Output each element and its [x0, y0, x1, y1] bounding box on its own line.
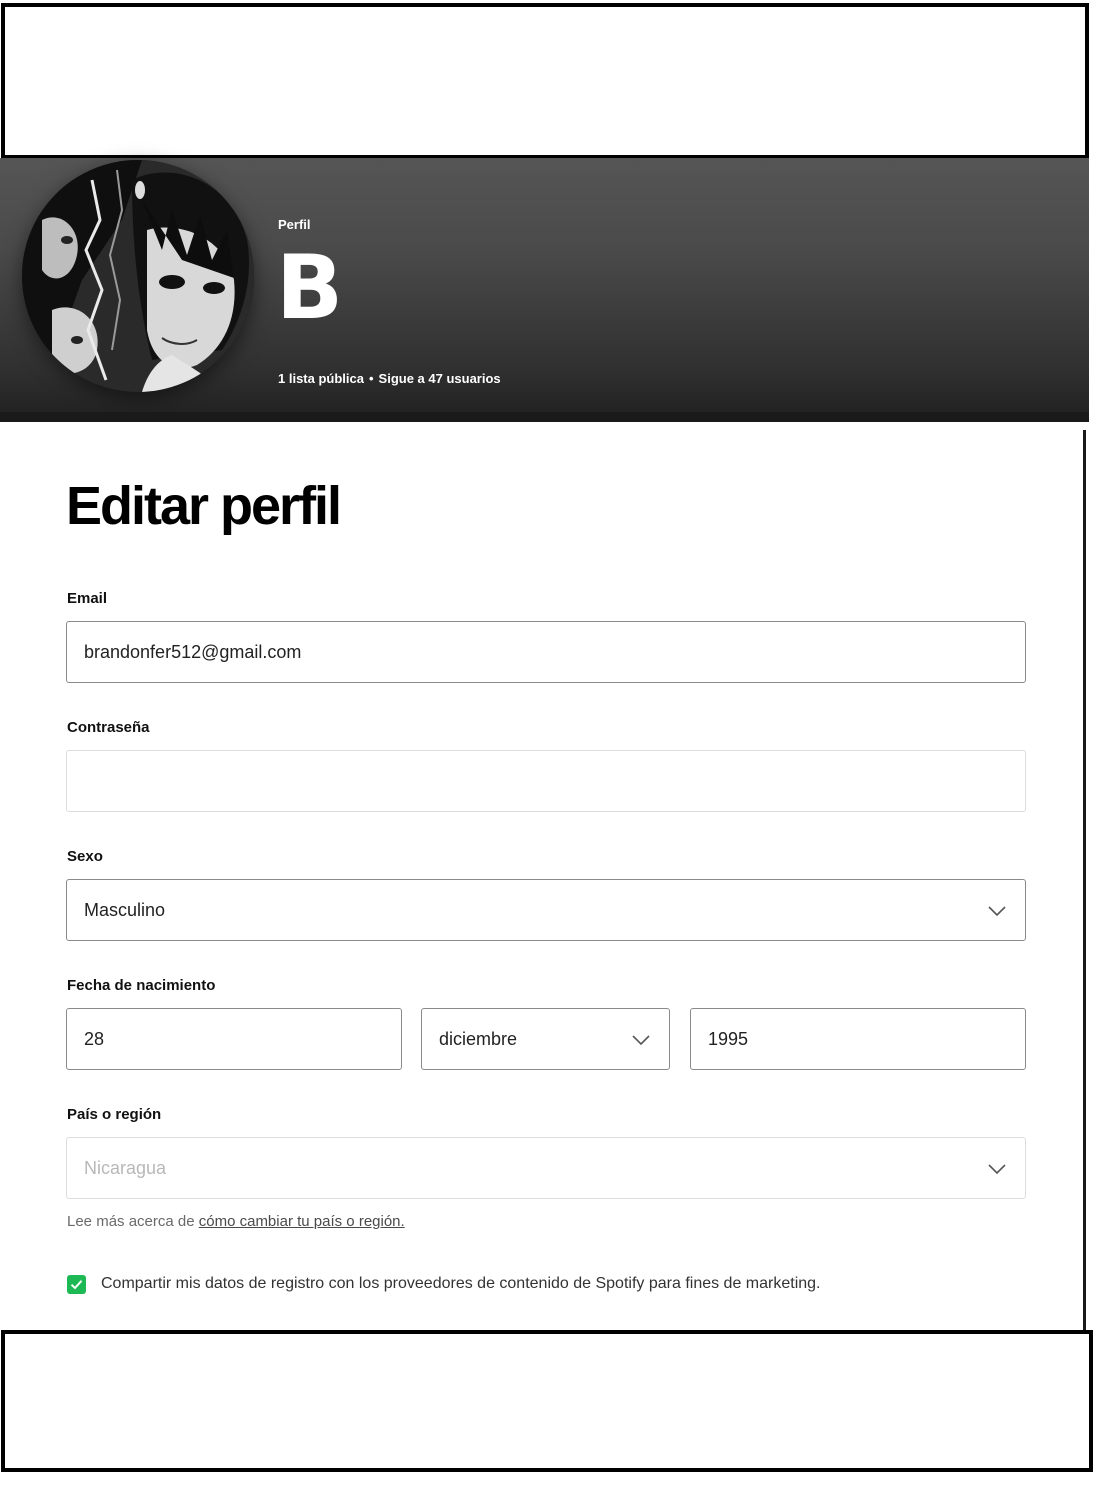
checkmark-icon — [70, 1280, 83, 1290]
profile-avatar[interactable] — [22, 160, 254, 392]
avatar-image — [22, 160, 254, 392]
birth-day-value: 28 — [84, 1029, 105, 1049]
country-label: País o región — [67, 1106, 162, 1123]
redacted-bottom-panel — [1, 1330, 1093, 1472]
birth-month-value: diciembre — [439, 1029, 518, 1049]
birth-year-value: 1995 — [708, 1029, 749, 1049]
stats-separator: • — [368, 371, 374, 386]
birthdate-label: Fecha de nacimiento — [67, 977, 216, 994]
email-label: Email — [67, 590, 108, 607]
profile-type-label: Perfil — [278, 217, 311, 232]
page-edge-divider — [1083, 430, 1086, 1330]
birth-day-field[interactable]: 28 — [66, 1008, 402, 1070]
redacted-top-panel — [1, 3, 1089, 159]
gender-label: Sexo — [67, 848, 103, 865]
country-help-prefix: Lee más acerca de — [67, 1213, 195, 1230]
gender-select[interactable]: Masculino — [66, 879, 1026, 941]
chevron-down-icon — [988, 1164, 1006, 1175]
public-playlists-link[interactable]: 1 lista pública — [278, 371, 364, 386]
page-title: Editar perfil — [66, 476, 342, 536]
chevron-down-icon — [988, 906, 1006, 917]
following-link[interactable]: Sigue a 47 usuarios — [379, 371, 501, 386]
profile-name[interactable]: B — [276, 240, 343, 336]
birth-month-select[interactable]: diciembre — [421, 1008, 670, 1070]
marketing-checkbox[interactable] — [67, 1275, 86, 1294]
country-value: Nicaragua — [84, 1158, 167, 1178]
password-field[interactable] — [66, 750, 1026, 812]
email-value: brandonfer512@gmail.com — [84, 642, 302, 662]
country-help-text: Lee más acerca de cómo cambiar tu país o… — [67, 1213, 405, 1230]
country-help-link[interactable]: cómo cambiar tu país o región. — [199, 1213, 405, 1230]
email-field[interactable]: brandonfer512@gmail.com — [66, 621, 1026, 683]
marketing-checkbox-label[interactable]: Compartir mis datos de registro con los … — [101, 1275, 821, 1293]
country-select[interactable]: Nicaragua — [66, 1137, 1026, 1199]
profile-stats: 1 lista pública • Sigue a 47 usuarios — [278, 371, 501, 386]
gender-value: Masculino — [84, 900, 166, 920]
birth-year-field[interactable]: 1995 — [690, 1008, 1026, 1070]
password-label: Contraseña — [67, 719, 150, 736]
chevron-down-icon — [632, 1035, 650, 1046]
profile-header: Perfil B 1 lista pública • Sigue a 47 usua… — [0, 158, 1089, 422]
